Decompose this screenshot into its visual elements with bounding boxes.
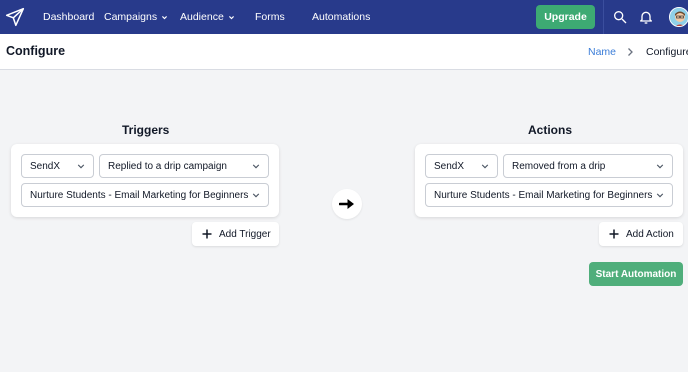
actions-title: Actions (528, 123, 573, 137)
nav-dashboard-label: Dashboard (43, 11, 95, 23)
action-campaign-value: Nurture Students - Email Marketing for B… (434, 189, 653, 201)
nav-forms[interactable]: Forms (255, 0, 285, 34)
nav-automations[interactable]: Automations (312, 0, 370, 34)
top-navbar: Dashboard Campaigns Audience Forms Autom… (0, 0, 688, 34)
paper-plane-icon[interactable] (5, 7, 25, 27)
chevron-down-icon (252, 164, 260, 169)
add-action-button[interactable]: Add Action (599, 222, 683, 246)
search-icon[interactable] (612, 9, 628, 25)
add-trigger-label: Add Trigger (219, 228, 271, 240)
trigger-campaign-value: Nurture Students - Email Marketing for B… (30, 189, 249, 201)
trigger-event-value: Replied to a drip campaign (108, 160, 227, 172)
breadcrumb-current: Configure (646, 46, 688, 58)
nav-dashboard[interactable]: Dashboard (43, 0, 94, 34)
upgrade-button[interactable]: Upgrade (536, 5, 595, 29)
start-automation-button[interactable]: Start Automation (589, 262, 683, 286)
chevron-down-icon (481, 164, 489, 169)
nav-audience-label: Audience (180, 11, 224, 23)
trigger-source-value: SendX (30, 160, 61, 172)
action-event-value: Removed from a drip (512, 160, 606, 172)
trigger-event-select[interactable]: Replied to a drip campaign (99, 154, 269, 178)
plus-icon (609, 229, 619, 239)
nav-audience[interactable]: Audience (180, 0, 235, 34)
start-automation-label: Start Automation (595, 268, 677, 280)
breadcrumb-link[interactable]: Name (588, 46, 616, 58)
page-header: Configure Name Configure (0, 34, 688, 70)
chevron-down-icon (656, 164, 664, 169)
action-source-select[interactable]: SendX (425, 154, 498, 178)
action-source-value: SendX (434, 160, 465, 172)
flow-arrow (332, 189, 362, 219)
upgrade-button-label: Upgrade (544, 11, 587, 23)
avatar-face-icon (670, 8, 688, 26)
triggers-card: SendX Replied to a drip campaign Nurture… (11, 144, 279, 217)
bell-icon[interactable] (638, 9, 654, 25)
triggers-title: Triggers (122, 123, 170, 137)
chevron-down-icon (228, 15, 234, 19)
chevron-down-icon (252, 193, 260, 198)
action-campaign-select[interactable]: Nurture Students - Email Marketing for B… (425, 183, 673, 207)
actions-card: SendX Removed from a drip Nurture Studen… (415, 144, 683, 217)
chevron-right-icon (628, 48, 633, 56)
nav-campaigns[interactable]: Campaigns (104, 0, 168, 34)
add-action-label: Add Action (626, 228, 674, 240)
arrow-right-icon (339, 199, 354, 209)
chevron-down-icon (77, 164, 85, 169)
page-title: Configure (6, 44, 66, 58)
nav-divider (603, 0, 604, 34)
avatar[interactable] (669, 7, 688, 27)
nav-campaigns-label: Campaigns (104, 11, 158, 23)
trigger-campaign-select[interactable]: Nurture Students - Email Marketing for B… (21, 183, 269, 207)
add-trigger-button[interactable]: Add Trigger (192, 222, 279, 246)
plus-icon (202, 229, 212, 239)
chevron-down-icon (656, 193, 664, 198)
trigger-source-select[interactable]: SendX (21, 154, 94, 178)
nav-forms-label: Forms (255, 11, 285, 23)
action-event-select[interactable]: Removed from a drip (503, 154, 673, 178)
chevron-down-icon (162, 15, 168, 19)
nav-automations-label: Automations (312, 11, 371, 23)
